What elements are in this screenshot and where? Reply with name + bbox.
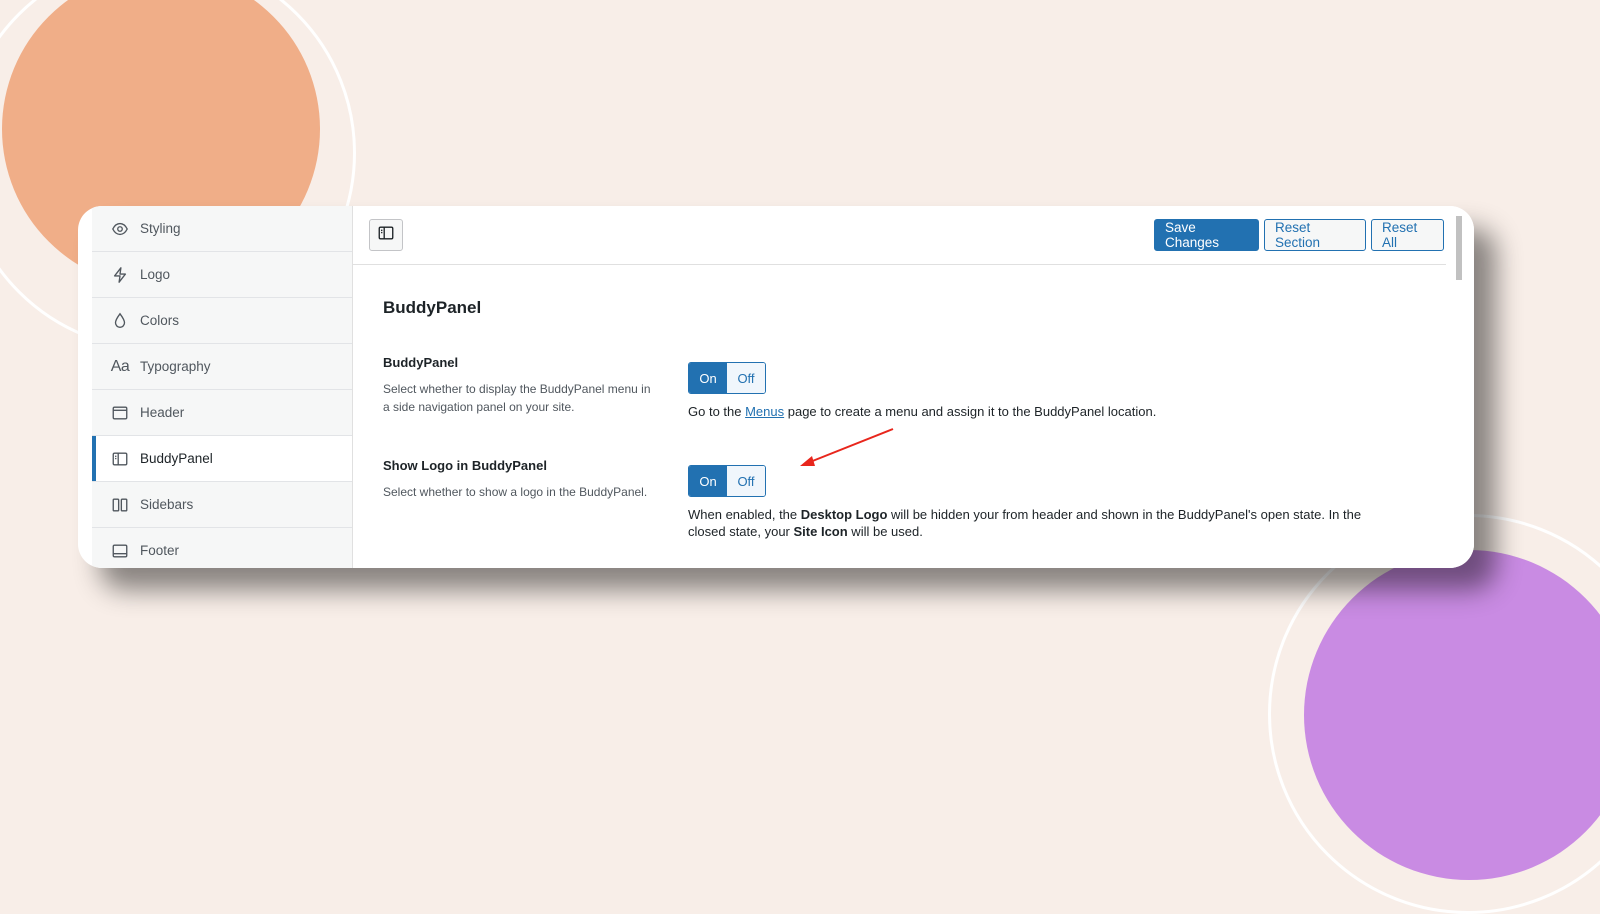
annotation-arrow bbox=[800, 428, 894, 466]
